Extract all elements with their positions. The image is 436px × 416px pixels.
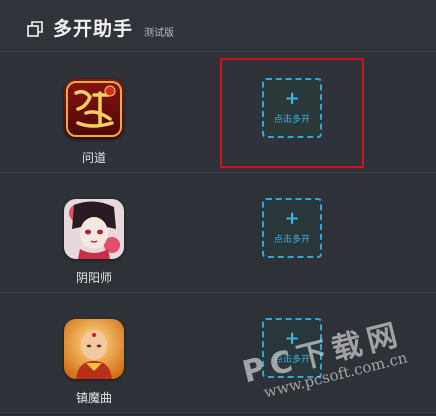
version-badge: 测试版	[144, 28, 174, 39]
yinyangshi-app-icon[interactable]	[64, 199, 124, 259]
app-name: 镇魔曲	[75, 391, 112, 405]
page-title: 多开助手	[53, 18, 134, 40]
window-copy-icon	[27, 21, 43, 37]
clone-app-button[interactable]: + 点击多开	[262, 198, 322, 258]
highlight-box	[220, 58, 364, 168]
zhenmoqu-app-icon[interactable]	[64, 319, 124, 379]
plus-icon: +	[284, 208, 300, 229]
clone-label: 点击多开	[273, 235, 310, 245]
app-row-yinyangshi: 阴阳师 + 点击多开	[0, 173, 436, 293]
app-name: 阴阳师	[75, 271, 112, 285]
app-header: 多开助手 测试版	[0, 0, 436, 52]
app-row-wendao: 问道 + 点击多开	[0, 53, 436, 173]
app-name: 问道	[81, 151, 106, 165]
wendao-app-icon[interactable]	[64, 79, 124, 139]
